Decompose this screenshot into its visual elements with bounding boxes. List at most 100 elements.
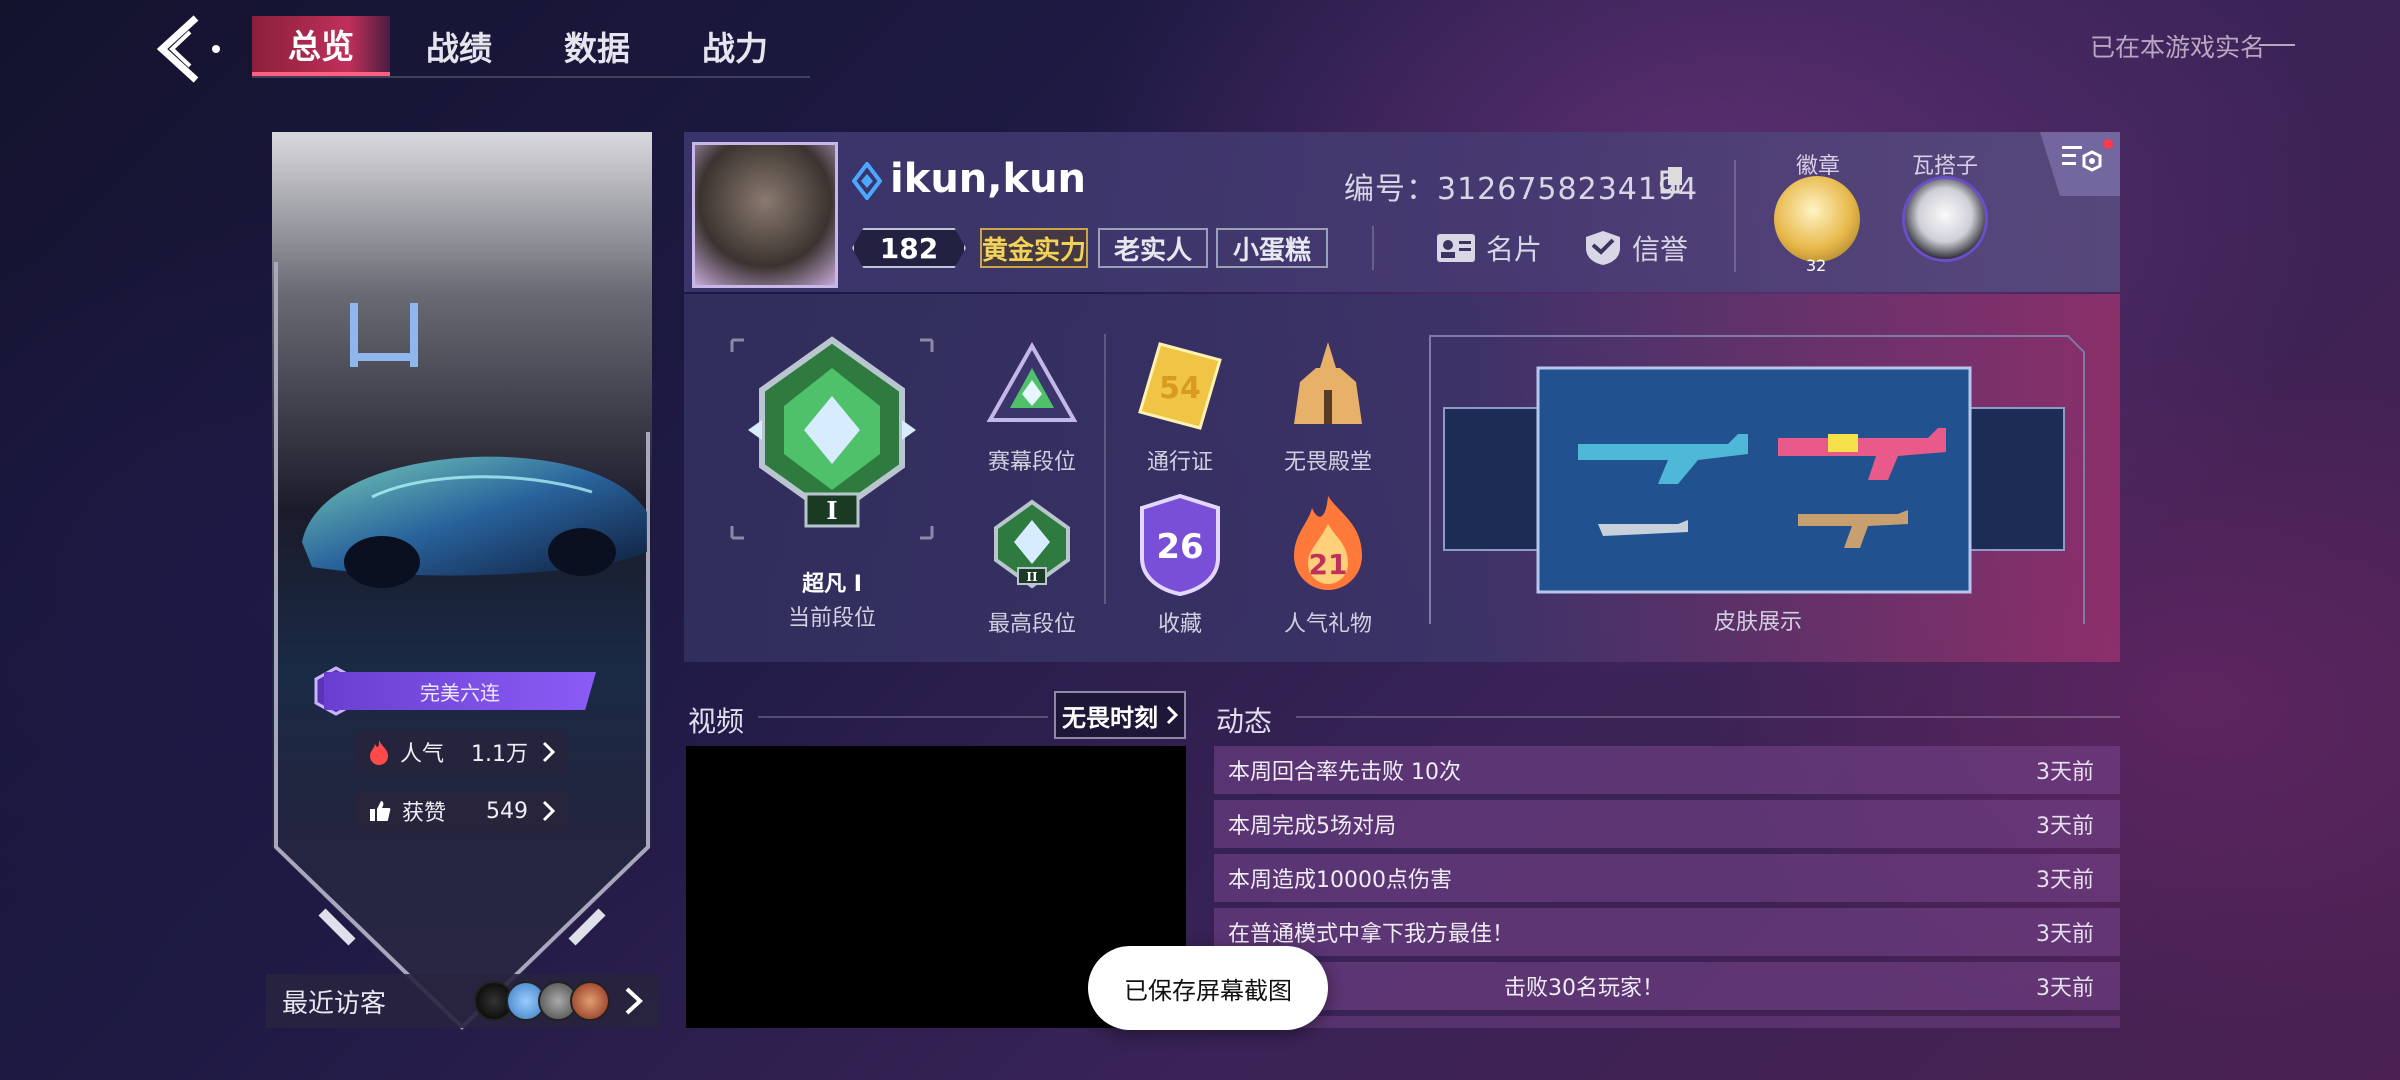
collection-shield-icon: 26 [1140,493,1220,597]
tab-data[interactable]: 数据 [528,16,666,76]
chevron-right-icon [625,987,643,1015]
popularity-row[interactable]: 人气 1.1万 [356,732,568,772]
fire-icon [370,740,388,765]
feed-item-text: 在普通模式中拿下我方最佳！ [1228,922,1515,947]
video-title: 视频 [688,705,745,738]
divider [1104,334,1106,604]
skin-showcase[interactable] [1428,334,2088,624]
badge-medal-icon[interactable] [1774,176,1860,262]
moments-label: 无畏时刻 [1062,703,1158,732]
rank-emblem-icon: I [730,336,934,540]
partner-avatar[interactable] [1902,176,1988,262]
visitor-avatar[interactable] [570,981,610,1021]
shield-check-icon [1586,231,1620,265]
tag-cake: 小蛋糕 [1216,228,1328,268]
season-triangle-icon [986,341,1078,422]
popularity-label: 人气 [400,742,445,767]
collection-icon[interactable]: 26 [1138,493,1222,597]
diamond-icon [852,162,882,200]
feed-item-time: 3天前 [2036,760,2094,785]
highest-rank-emblem[interactable]: II [990,498,1074,590]
tab-record[interactable]: 战绩 [390,16,528,76]
collection-label: 收藏 [1157,612,1202,637]
feed-item-time: 3天前 [2036,922,2094,947]
ticket-icon: 54 [1138,342,1222,430]
gift-label: 人气礼物 [1283,612,1372,637]
pass-value: 54 [1159,371,1201,406]
highest-rank-numeral: II [1026,570,1038,584]
tag-gold: 黄金实力 [980,228,1088,268]
tab-power[interactable]: 战力 [666,16,804,76]
streak-banner: 完美六连 [324,672,596,710]
season-rank-label: 赛幕段位 [987,450,1076,475]
feed-item[interactable]: 本周造成10000点伤害 3天前 [1214,854,2120,902]
feed-item[interactable]: 本周完成5场对局 3天前 [1214,800,2120,848]
credit-label: 信誉 [1632,233,1689,266]
car-image [302,456,647,588]
chevron-right-icon [542,800,556,822]
feed-item[interactable]: 击败30名玩家！ 3天前 [1214,962,2120,1010]
feed-item[interactable]: 本周回合率先击败 10次 3天前 [1214,746,2120,794]
feed-item-time: 3天前 [2036,868,2094,893]
settings-icon [2040,132,2120,196]
likes-value: 549 [486,798,528,824]
business-card-button[interactable]: 名片 [1436,226,1542,270]
feed-item-text: 本周完成5场对局 [1228,814,1396,839]
pass-label: 通行证 [1146,450,1213,475]
feed-item[interactable]: 在普通模式中拿下我方最佳！ 3天前 [1214,908,2120,956]
player-id: 编号：3126758234194 [1344,172,1699,207]
popularity-value: 1.1万 [471,742,528,767]
profile-card: 6 完美六连 人气 1.1万 获赞 549 [272,132,652,1032]
business-card-label: 名片 [1486,233,1543,266]
back-arrow-icon [156,15,220,83]
visitors-label: 最近访客 [282,988,387,1019]
season-rank-emblem[interactable] [984,340,1080,436]
feed-item-text: 本周造成10000点伤害 [1228,868,1452,893]
flame-gift-icon: 21 [1294,496,1362,590]
feed-item-partial [1214,1016,2120,1028]
temple-icon [1294,342,1362,424]
section-divider [758,716,1048,718]
hall-icon[interactable] [1280,338,1376,434]
highest-rank-icon: II [994,499,1070,589]
copy-icon[interactable] [1660,166,1684,194]
settings-button[interactable] [2040,132,2120,196]
section-divider [1296,716,2120,718]
highest-rank-label: 最高段位 [987,612,1076,637]
feed-title: 动态 [1216,705,1273,738]
brand-logo-icon [350,303,418,367]
feed-item-text: 本周回合率先击败 10次 [1228,760,1461,785]
gift-value: 21 [1309,548,1348,581]
chevron-right-icon [1166,705,1178,725]
collection-value: 26 [1156,527,1203,567]
tag-honest: 老实人 [1098,228,1208,268]
screenshot-toast: 已保存屏幕截图 [1088,946,1328,1030]
feed-item-text: 击败30名玩家！ [1504,976,1664,1001]
current-rank-numeral: I [826,496,837,525]
skins-label: 皮肤展示 [1713,610,1802,635]
pass-icon[interactable]: 54 [1132,338,1228,434]
realname-status: 已在本游戏实名 [2090,28,2296,64]
tab-bar: 总览 战绩 数据 战力 [252,16,810,78]
chevron-right-icon [542,741,556,763]
back-button[interactable] [150,14,230,84]
likes-row[interactable]: 获赞 549 [356,791,568,831]
hall-label: 无畏殿堂 [1283,450,1372,475]
thumbs-up-icon [370,801,391,821]
current-rank-label: 当前段位 [787,606,876,631]
moments-button[interactable]: 无畏时刻 [1054,691,1186,739]
credit-button[interactable]: 信誉 [1584,226,1688,270]
account-level: 182 [852,228,966,268]
skin-showcase-art [1429,335,2085,624]
recent-visitors[interactable]: 最近访客 [266,974,660,1028]
feed-item-time: 3天前 [2036,814,2094,839]
gift-icon[interactable]: 21 [1282,494,1374,596]
likes-label: 获赞 [402,801,447,826]
username: ikun,kun [890,156,1087,202]
user-avatar[interactable] [692,142,838,288]
id-card-icon [1437,234,1475,262]
tab-overview[interactable]: 总览 [252,16,390,76]
current-rank-name: 超凡 I [802,572,862,597]
divider [1734,160,1736,272]
current-rank-emblem[interactable]: I [726,334,938,544]
